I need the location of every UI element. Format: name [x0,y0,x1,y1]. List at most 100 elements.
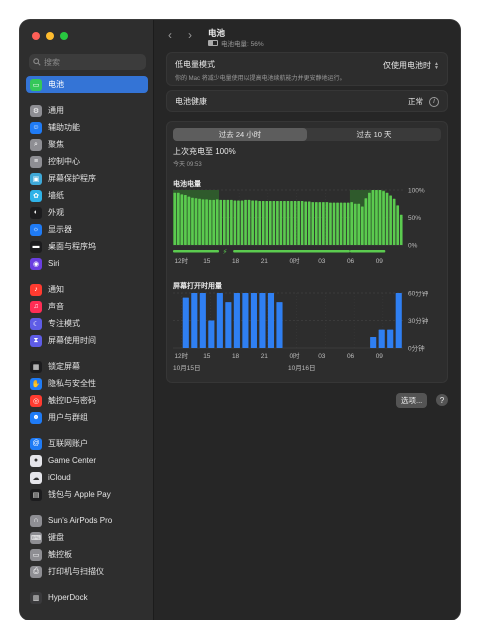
low-power-value: 仅使用电池时 [383,61,432,70]
back-button[interactable]: ‹ [168,28,172,42]
appearance-icon: ◐ [30,206,42,219]
sidebar-item-airpods[interactable]: ∩ Sun's AirPods Pro [26,512,148,529]
x-tick-label: 12时 [174,256,188,265]
sidebar-item-speaker[interactable]: ♫ 声音 [26,298,148,315]
sidebar-item-users[interactable]: ☻ 用户与群组 [26,409,148,426]
sidebar-item-gear[interactable]: ⚙ 通用 [26,102,148,119]
chart-bar [346,202,350,245]
hand-icon: ✋ [30,377,42,390]
chart-bar [182,297,189,348]
chart-bar [371,190,375,245]
chart-bar [360,206,364,245]
x-tick-label: 06 [347,258,355,265]
trackpad-icon: ▭ [30,548,42,561]
last-charge-time: 今天 09:53 [173,162,202,168]
sidebar-item-control-center[interactable]: ≡ 控制中心 [26,153,148,170]
x-tick-label: 21 [261,353,269,360]
sidebar-item-search[interactable]: ⌕ 聚焦 [26,136,148,153]
y-tick-label: 0% [408,243,418,250]
wallpaper-icon: ✿ [30,189,42,202]
x-tick-label: 12时 [174,351,188,360]
sidebar-item-appearance[interactable]: ◐ 外观 [26,204,148,221]
sidebar-item-cloud[interactable]: ☁ iCloud [26,469,148,486]
tab-24-hours[interactable]: 过去 24 小时 [173,128,307,141]
low-power-popup[interactable]: 仅使用电池时 ▲ ▼ [383,60,439,71]
printer-icon: ⎙ [30,565,42,578]
sidebar-item-screensaver[interactable]: ▣ 屏幕保护程序 [26,170,148,187]
battery-level-chart: 100% 50% 0% ⚡ 12时 15 18 21 0时 03 06 09 [173,188,425,265]
sidebar-item-lock-screen[interactable]: ▦ 锁定屏幕 [26,358,148,375]
chart-bar [350,202,354,245]
x-tick-label: 06 [347,353,355,360]
sidebar-item-wallet[interactable]: ▤ 钱包与 Apple Pay [26,486,148,503]
sidebar-item-wallpaper[interactable]: ✿ 墙纸 [26,187,148,204]
search-icon: ⌕ [30,138,42,151]
sidebar-item-label: 用户与群组 [48,413,88,422]
search-icon [33,58,41,66]
options-button[interactable]: 选项... [396,393,428,408]
tab-10-days[interactable]: 过去 10 天 [307,128,441,141]
sidebar-item-battery[interactable]: ▭ 电池 [26,76,148,93]
sidebar-item-label: 钱包与 Apple Pay [48,490,111,499]
hyperdock-icon: ▥ [30,591,42,604]
chart-bar [314,202,318,245]
low-power-row: 低电量模式 你的 Mac 将减少电量使用以提高电池续航能力并更安静地运行。 仅使… [166,52,448,86]
sidebar-item-keyboard[interactable]: ⌨ 键盘 [26,529,148,546]
sidebar-item-game-center[interactable]: ● Game Center [26,452,148,469]
zoom-button[interactable] [60,32,68,40]
chart-bar [194,198,198,245]
sidebar-item-moon[interactable]: ☾ 专注模式 [26,315,148,332]
chart-bar [382,191,385,245]
close-button[interactable] [32,32,40,40]
battery-health-value: 正常 [408,97,423,106]
chart-bar [276,302,283,348]
users-icon: ☻ [30,411,42,424]
search-input[interactable] [44,57,134,67]
chart-bar [332,202,336,245]
sidebar-item-siri[interactable]: ◉ Siri [26,255,148,272]
keyboard-icon: ⌨ [30,531,42,544]
lock-screen-icon: ▦ [30,360,42,373]
game-center-icon: ● [30,454,42,467]
sidebar-item-dock[interactable]: ▬ 桌面与程序坞 [26,238,148,255]
sidebar-item-printer[interactable]: ⎙ 打印机与扫描仪 [26,563,148,580]
x-tick-label: 15 [203,258,211,265]
chart-bar [268,201,272,245]
window-controls [32,32,68,40]
screen-usage-chart-title: 屏幕打开时用量 [173,283,222,290]
chart-bar [230,199,233,245]
sidebar-item-display[interactable]: ☼ 显示器 [26,221,148,238]
sidebar: ▭ 电池 ⚙ 通用 ☺ 辅助功能 ⌕ 聚焦 ≡ 控制中心 ▣ 屏幕保护程序 ✿ 墙纸 ◐ 外观 ☼ 显示器 ▬ 桌面与… [20,20,154,620]
help-button[interactable]: ? [436,394,448,406]
sidebar-item-label: 屏幕保护程序 [48,174,96,183]
chart-bar [265,201,269,245]
chart-bar [387,329,394,348]
search-field[interactable] [29,54,146,70]
minimize-button[interactable] [46,32,54,40]
settings-window: ▭ 电池 ⚙ 通用 ☺ 辅助功能 ⌕ 聚焦 ≡ 控制中心 ▣ 屏幕保护程序 ✿ 墙纸 ◐ 外观 ☼ 显示器 ▬ 桌面与… [20,20,460,620]
sidebar-item-at[interactable]: @ 互联网账户 [26,435,148,452]
chart-bar [216,293,223,348]
chart-bar [261,201,265,245]
sidebar-item-accessibility[interactable]: ☺ 辅助功能 [26,119,148,136]
chart-bar [336,202,339,245]
chart-bar [250,293,257,348]
chart-bar [300,201,304,245]
battery-icon [208,40,218,46]
sidebar-item-fingerprint[interactable]: ◎ 触控ID与密码 [26,392,148,409]
sidebar-item-bell[interactable]: ♪ 通知 [26,281,148,298]
x-tick-label: 03 [318,258,326,265]
sidebar-item-trackpad[interactable]: ▭ 触控板 [26,546,148,563]
sidebar-item-hand[interactable]: ✋ 隐私与安全性 [26,375,148,392]
charging-strip [233,250,350,253]
updown-chevron-icon: ▲ ▼ [434,60,439,71]
x-tick-label: 09 [376,258,384,265]
battery-health-title: 电池健康 [175,97,207,106]
sidebar-item-hourglass[interactable]: ⧗ 屏幕使用时间 [26,332,148,349]
info-icon[interactable]: i [429,96,439,107]
chart-bar [254,200,258,245]
accessibility-icon: ☺ [30,121,42,134]
forward-button[interactable]: › [188,28,192,42]
sidebar-item-hyperdock[interactable]: ▥ HyperDock [26,589,148,606]
sidebar-item-label: 辅助功能 [48,123,80,132]
